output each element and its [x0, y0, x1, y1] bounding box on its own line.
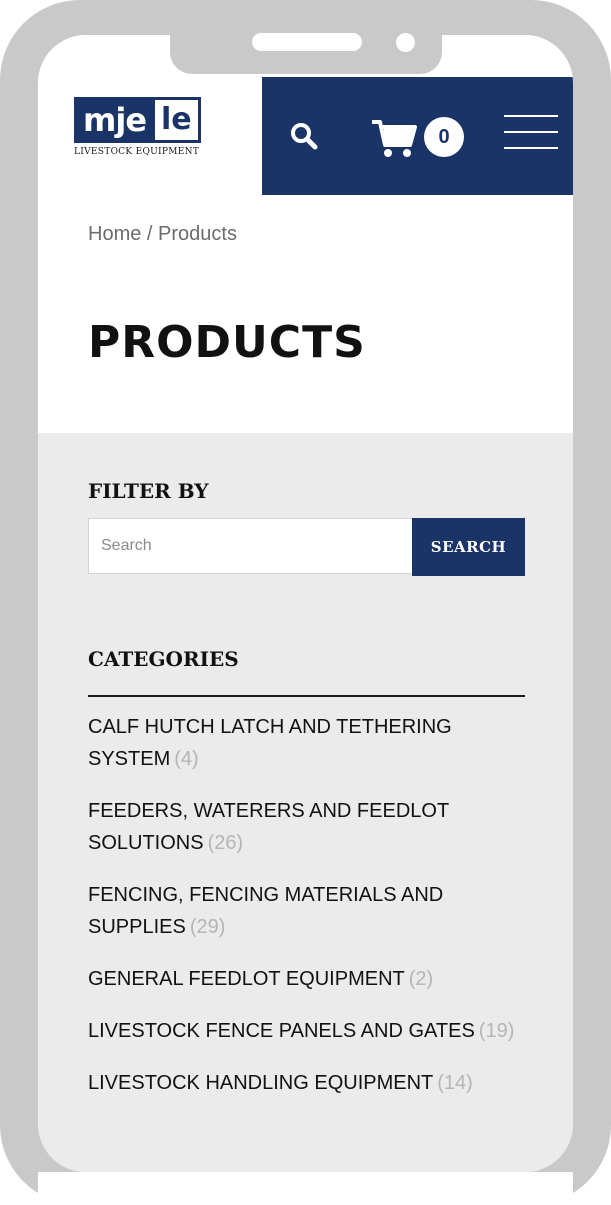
- logo-le-text: le: [155, 97, 201, 143]
- category-label: FEEDERS, WATERERS AND FEEDLOT SOLUTIONS: [88, 800, 449, 854]
- header-nav-bar: 0: [262, 77, 573, 195]
- logo-tagline: LIVESTOCK EQUIPMENT: [74, 147, 200, 157]
- cart-icon: [372, 120, 417, 157]
- category-count: (26): [207, 832, 244, 854]
- category-list: CALF HUTCH LATCH AND TETHERING SYSTEM (4)…: [88, 711, 528, 1119]
- logo-mje-text: mje: [74, 97, 156, 143]
- page-title: PRODUCTS: [88, 317, 366, 368]
- phone-camera: [396, 33, 415, 52]
- product-search-button[interactable]: SEARCH: [412, 518, 525, 576]
- cart-button[interactable]: 0: [370, 117, 470, 159]
- phone-screen: mje le LIVESTOCK EQUIPMENT 0 Home / Prod…: [38, 35, 573, 1172]
- phone-speaker: [252, 33, 362, 51]
- category-item[interactable]: FENCING, FENCING MATERIALS AND SUPPLIES(…: [88, 879, 528, 943]
- category-label: FENCING, FENCING MATERIALS AND SUPPLIES: [88, 884, 444, 938]
- logo-mark: mje le: [74, 97, 201, 143]
- category-label: GENERAL FEEDLOT EQUIPMENT: [88, 968, 405, 990]
- breadcrumb[interactable]: Home / Products: [88, 223, 237, 246]
- search-icon: [291, 123, 318, 150]
- category-count: (19): [478, 1020, 515, 1042]
- category-label: LIVESTOCK FENCE PANELS AND GATES: [88, 1020, 475, 1042]
- cart-count-badge: 0: [424, 117, 464, 157]
- category-item[interactable]: CALF HUTCH LATCH AND TETHERING SYSTEM (4): [88, 711, 528, 775]
- phone-bottom-edge: [38, 1172, 573, 1205]
- categories-divider: [88, 695, 525, 697]
- site-logo[interactable]: mje le LIVESTOCK EQUIPMENT: [74, 97, 224, 159]
- category-item[interactable]: LIVESTOCK FENCE PANELS AND GATES (19): [88, 1015, 528, 1047]
- categories-heading: CATEGORIES: [88, 647, 239, 671]
- hamburger-menu-button[interactable]: [504, 115, 558, 151]
- category-item[interactable]: LIVESTOCK HANDLING EQUIPMENT (14): [88, 1067, 528, 1099]
- hamburger-menu-icon: [504, 131, 558, 133]
- category-item[interactable]: GENERAL FEEDLOT EQUIPMENT (2): [88, 963, 528, 995]
- category-label: CALF HUTCH LATCH AND TETHERING SYSTEM: [88, 716, 452, 770]
- category-item[interactable]: FEEDERS, WATERERS AND FEEDLOT SOLUTIONS(…: [88, 795, 528, 859]
- filter-sidebar: FILTER BY SEARCH CATEGORIES CALF HUTCH L…: [38, 433, 573, 1172]
- hamburger-menu-icon: [504, 147, 558, 149]
- category-count: (29): [189, 916, 226, 938]
- filter-heading: FILTER BY: [88, 479, 209, 503]
- hamburger-menu-icon: [504, 115, 558, 117]
- category-count: (14): [437, 1072, 473, 1094]
- product-search-input[interactable]: [88, 518, 413, 574]
- header-search-button[interactable]: [289, 121, 319, 151]
- category-count: (2): [408, 968, 434, 990]
- category-count: (4): [174, 748, 199, 770]
- category-label: LIVESTOCK HANDLING EQUIPMENT: [88, 1072, 434, 1094]
